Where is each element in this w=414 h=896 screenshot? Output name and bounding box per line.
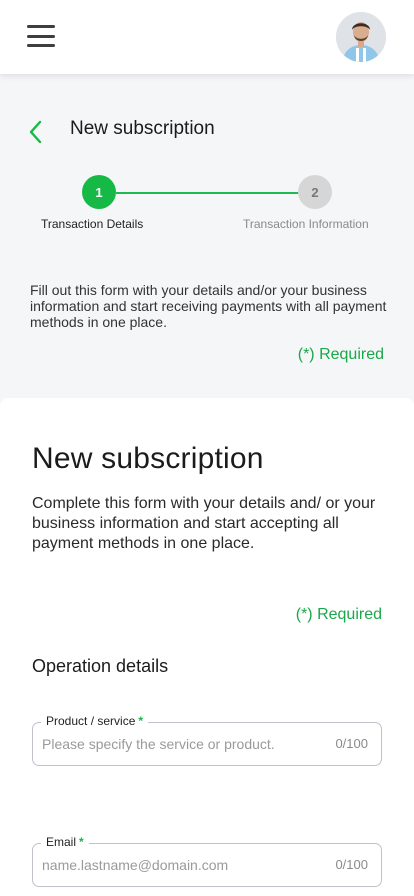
required-note: (*) Required [297, 346, 384, 363]
form-description: Complete this form with your details and… [32, 495, 376, 552]
form-title: New subscription [32, 442, 264, 475]
top-bar [0, 0, 414, 74]
product-service-counter: 0/100 [335, 736, 368, 751]
chevron-left-icon [29, 120, 42, 144]
user-avatar[interactable] [336, 12, 386, 62]
step-2-indicator: 2 [298, 175, 332, 209]
step-2-label: Transaction Information [243, 217, 369, 231]
menu-line [27, 44, 55, 47]
section-title: Operation details [32, 656, 169, 676]
menu-line [27, 25, 55, 28]
form-required-note: (*) Required [295, 606, 382, 623]
product-service-input[interactable] [42, 723, 322, 765]
product-service-field: Product / service* 0/100 [32, 714, 382, 766]
stepper-progress-line [116, 192, 300, 194]
page-title: New subscription [70, 118, 215, 139]
step-1-label: Transaction Details [41, 217, 144, 231]
back-button[interactable] [26, 120, 46, 144]
email-input[interactable] [42, 844, 322, 886]
menu-line [27, 34, 55, 38]
email-field: Email* 0/100 [32, 835, 382, 887]
hamburger-menu-icon[interactable] [27, 25, 56, 49]
email-counter: 0/100 [335, 857, 368, 872]
intro-text: Fill out this form with your details and… [30, 282, 387, 330]
avatar-image [336, 12, 386, 62]
step-1-indicator: 1 [82, 175, 116, 209]
